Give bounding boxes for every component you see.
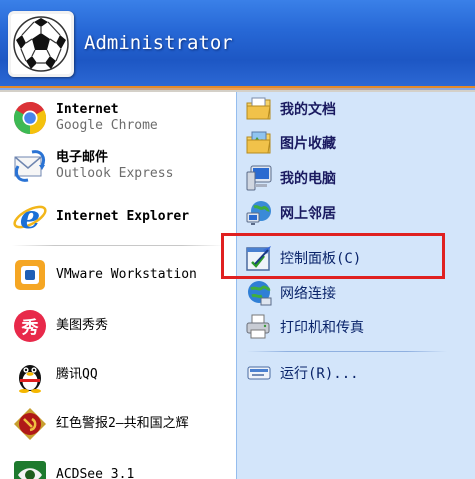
computer-icon bbox=[245, 164, 273, 192]
red-alert-icon bbox=[12, 406, 48, 442]
right-pane: 我的文档 图片收藏 我的电脑 网上邻居 控制面板(C) 网络连接 打印机和传真 … bbox=[236, 92, 475, 479]
menu-item-printers-faxes[interactable]: 打印机和传真 bbox=[245, 313, 364, 341]
run-icon bbox=[245, 359, 273, 387]
menu-item-network-connections[interactable]: 网络连接 bbox=[245, 279, 336, 307]
start-menu-header: Administrator bbox=[0, 0, 475, 90]
run-label: 运行(R)... bbox=[280, 366, 359, 382]
vmware-icon bbox=[12, 257, 48, 293]
menu-item-my-computer[interactable]: 我的电脑 bbox=[245, 164, 336, 192]
menu-item-red-alert[interactable]: 红色警报2—共和国之辉 bbox=[12, 406, 189, 442]
qq-label: 腾讯QQ bbox=[56, 367, 98, 382]
menu-item-qq[interactable]: 腾讯QQ bbox=[12, 357, 98, 393]
menu-item-vmware[interactable]: VMware Workstation bbox=[12, 257, 197, 293]
vmware-label: VMware Workstation bbox=[56, 267, 197, 282]
user-avatar-soccer-ball-icon[interactable] bbox=[8, 11, 74, 77]
menu-item-network-places[interactable]: 网上邻居 bbox=[245, 199, 336, 227]
right-separator-2 bbox=[247, 351, 447, 352]
menu-item-internet-explorer[interactable]: e Internet Explorer bbox=[12, 198, 190, 236]
chrome-title: Internet bbox=[56, 102, 119, 117]
left-separator bbox=[12, 245, 224, 246]
menu-item-outlook-express[interactable]: 电子邮件 Outlook Express bbox=[12, 148, 173, 184]
menu-item-my-documents[interactable]: 我的文档 bbox=[245, 95, 336, 123]
network-connections-label: 网络连接 bbox=[280, 286, 336, 302]
printer-icon bbox=[245, 313, 273, 341]
ie-title: Internet Explorer bbox=[56, 209, 190, 224]
start-menu: Administrator Internet Google Chrome 电子邮… bbox=[0, 0, 475, 479]
chrome-subtitle: Google Chrome bbox=[56, 118, 158, 133]
acdsee-label: ACDSee 3.1 bbox=[56, 467, 135, 479]
menu-item-run[interactable]: 运行(R)... bbox=[245, 359, 359, 387]
control-panel-highlight-box bbox=[221, 233, 445, 279]
my-pictures-label: 图片收藏 bbox=[280, 136, 336, 152]
menu-item-acdsee[interactable]: ACDSee 3.1 bbox=[12, 457, 134, 479]
svg-text:e: e bbox=[20, 199, 40, 235]
meitu-icon: 秀 bbox=[12, 308, 48, 344]
chrome-icon bbox=[12, 100, 48, 136]
my-documents-label: 我的文档 bbox=[280, 102, 336, 118]
pictures-folder-icon bbox=[245, 129, 273, 157]
menu-item-meitu[interactable]: 秀 美图秀秀 bbox=[12, 308, 108, 344]
svg-text:秀: 秀 bbox=[21, 318, 39, 338]
my-computer-label: 我的电脑 bbox=[280, 171, 336, 187]
documents-folder-icon bbox=[245, 95, 273, 123]
printers-faxes-label: 打印机和传真 bbox=[280, 320, 364, 336]
qq-penguin-icon bbox=[12, 357, 48, 393]
outlook-title: 电子邮件 bbox=[56, 150, 109, 165]
acdsee-icon bbox=[12, 457, 48, 479]
network-places-label: 网上邻居 bbox=[280, 206, 336, 222]
network-places-icon bbox=[245, 199, 273, 227]
outlook-express-icon bbox=[12, 148, 48, 184]
left-pane: Internet Google Chrome 电子邮件 Outlook Expr… bbox=[0, 92, 236, 479]
menu-item-chrome[interactable]: Internet Google Chrome bbox=[12, 100, 158, 136]
meitu-label: 美图秀秀 bbox=[56, 318, 109, 333]
red-alert-label: 红色警报2—共和国之辉 bbox=[56, 416, 189, 431]
network-connections-icon bbox=[245, 279, 273, 307]
outlook-subtitle: Outlook Express bbox=[56, 166, 174, 181]
username-label: Administrator bbox=[84, 32, 233, 54]
menu-item-my-pictures[interactable]: 图片收藏 bbox=[245, 129, 336, 157]
internet-explorer-icon: e bbox=[12, 198, 48, 236]
